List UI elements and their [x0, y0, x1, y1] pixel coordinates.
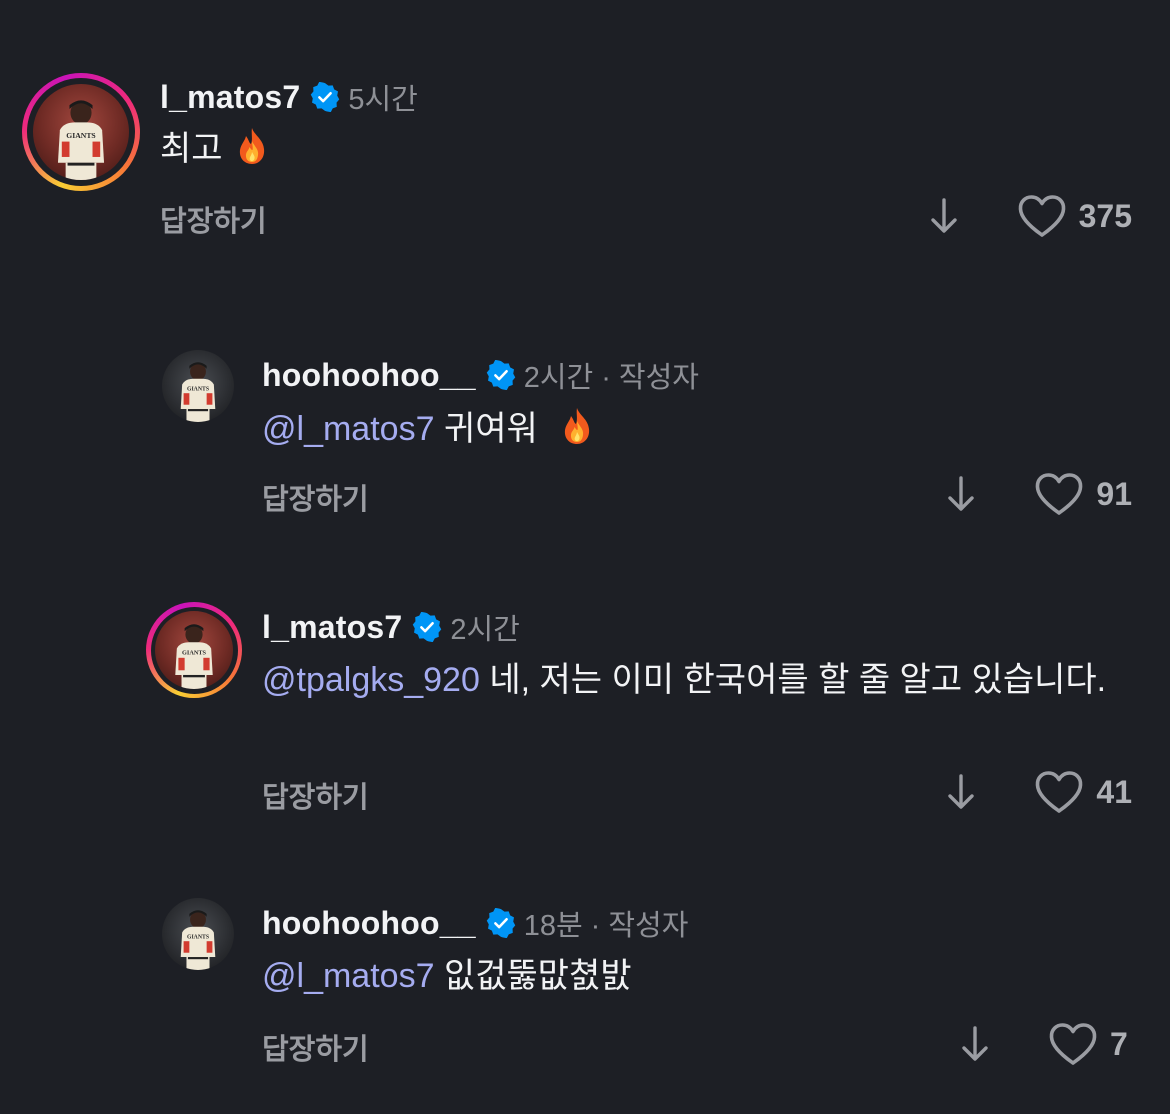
heart-icon[interactable]: [1034, 472, 1084, 516]
heart-icon[interactable]: [1048, 1022, 1098, 1066]
verified-badge-icon: [486, 360, 516, 390]
like-count: 7: [1110, 1025, 1128, 1062]
comment-text: @l_matos7 귀여워: [262, 406, 597, 451]
author-tag: · 작성자: [590, 910, 689, 942]
fire-emoji-icon: [232, 126, 272, 166]
mention-link[interactable]: @tpalgks_920: [262, 661, 480, 699]
username[interactable]: l_matos7: [160, 79, 300, 116]
verified-badge-icon: [486, 908, 516, 938]
comment-header: l_matos7 5시간: [160, 76, 418, 118]
arrow-down-icon[interactable]: [944, 474, 978, 514]
like-count: 375: [1078, 197, 1132, 234]
verified-badge-icon: [412, 612, 442, 642]
reply-button[interactable]: 답장하기: [262, 1026, 369, 1068]
comment-body: 네, 저는 이미 한국어를 할 줄 알고 있습니다.: [489, 661, 1107, 699]
avatar[interactable]: [22, 73, 140, 191]
username[interactable]: hoohoohoo__: [262, 905, 476, 942]
like-count: 41: [1096, 773, 1132, 810]
arrow-down-icon[interactable]: [944, 772, 978, 812]
avatar[interactable]: [162, 898, 234, 970]
like-count: 91: [1096, 475, 1132, 512]
fire-emoji-icon: [557, 406, 597, 446]
comment-body: 최고: [160, 130, 223, 168]
avatar[interactable]: [146, 602, 242, 698]
username[interactable]: hoohoohoo__: [262, 357, 476, 394]
avatar-photo: [33, 84, 129, 180]
timestamp: 5시간: [348, 84, 418, 116]
timestamp: 18분: [523, 910, 583, 942]
avatar[interactable]: [162, 350, 234, 422]
arrow-down-icon[interactable]: [958, 1024, 992, 1064]
comment-item: l_matos7 2시간 @tpalgks_920 네, 저는 이미 한국어를 …: [0, 560, 1170, 870]
reply-button[interactable]: 답장하기: [262, 476, 369, 518]
comment-text: @l_matos7 잆겂뚫맚쳜밠: [262, 954, 632, 998]
avatar-photo: [162, 350, 234, 422]
heart-icon[interactable]: [1034, 770, 1084, 814]
timestamp: 2시간: [523, 362, 594, 394]
comment-header: l_matos7 2시간: [262, 606, 520, 648]
comment-actions: 7: [958, 1022, 1132, 1066]
comment-actions: 375: [927, 194, 1132, 238]
comment-actions: 91: [944, 472, 1132, 516]
comment-header: hoohoohoo__ 18분 · 작성자: [262, 902, 688, 944]
reply-button[interactable]: 답장하기: [160, 198, 267, 240]
comment-text: 최고: [160, 126, 272, 171]
comment-item: l_matos7 5시간 최고 답장하기 375: [0, 0, 1170, 300]
comment-text: @tpalgks_920 네, 저는 이미 한국어를 할 줄 알고 있습니다.: [262, 658, 1132, 702]
comment-body: 잆겂뚫맚쳜밠: [443, 957, 632, 995]
avatar-photo: [162, 898, 234, 970]
mention-link[interactable]: @l_matos7: [262, 957, 434, 995]
verified-badge-icon: [310, 82, 340, 112]
avatar-photo: [155, 611, 233, 689]
author-tag: · 작성자: [601, 362, 699, 394]
username[interactable]: l_matos7: [262, 609, 402, 646]
heart-icon[interactable]: [1017, 194, 1067, 238]
reply-button[interactable]: 답장하기: [262, 774, 369, 816]
comment-item: hoohoohoo__ 2시간 · 작성자 @l_matos7 귀여워 답장하기…: [0, 300, 1170, 560]
mention-link[interactable]: @l_matos7: [262, 410, 434, 448]
arrow-down-icon[interactable]: [927, 196, 961, 236]
comment-actions: 41: [944, 770, 1132, 814]
comment-body: 귀여워: [443, 410, 538, 448]
timestamp: 2시간: [450, 614, 520, 646]
comment-item: hoohoohoo__ 18분 · 작성자 @l_matos7 잆겂뚫맚쳜밠 답…: [0, 860, 1170, 1114]
comment-header: hoohoohoo__ 2시간 · 작성자: [262, 354, 699, 396]
